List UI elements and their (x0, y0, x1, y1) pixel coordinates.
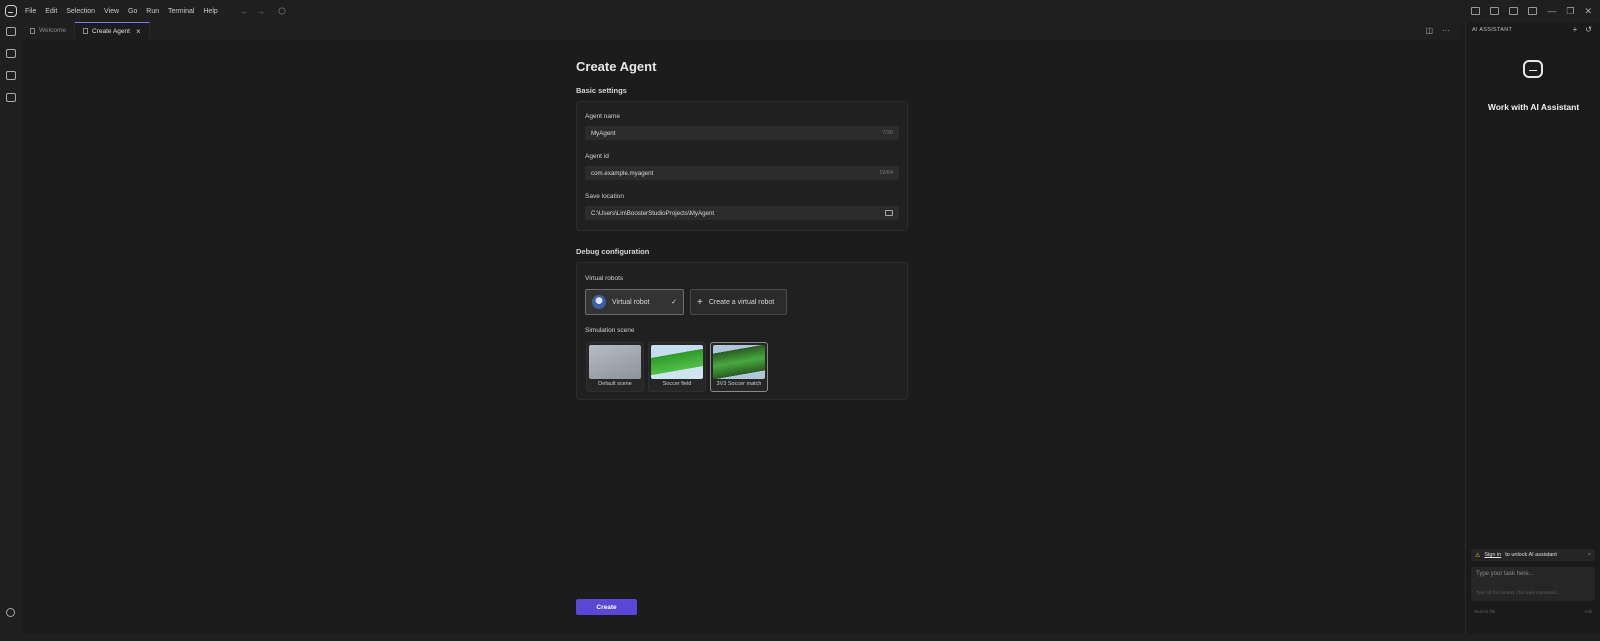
search-icon[interactable] (278, 7, 286, 15)
more-actions-icon[interactable]: ··· (1442, 26, 1450, 35)
simulation-scene-label: Simulation scene (585, 327, 635, 334)
save-location-label: Save location (585, 193, 625, 200)
ask-mode-select[interactable]: Ask (1584, 609, 1592, 614)
signin-banner: ⚠ Sign in to unlock AI assistant × (1471, 549, 1595, 561)
history-icon[interactable]: ↺ (1585, 25, 1592, 34)
title-bar: File Edit Selection View Go Run Terminal… (0, 0, 1600, 22)
virtual-robot-label: Virtual robot (612, 298, 650, 306)
scene-default[interactable]: Default scene (586, 342, 644, 392)
app-logo-icon (5, 5, 17, 17)
create-virtual-robot-button[interactable]: + Create a virtual robot (690, 289, 787, 315)
virtual-robot-option[interactable]: Virtual robot ✓ (585, 289, 684, 315)
agent-id-value: com.example.myagent (591, 169, 654, 177)
signin-text: to unlock AI assistant (1505, 552, 1557, 558)
clipboard-icon[interactable] (6, 71, 16, 80)
task-placeholder: Type your task here... (1476, 571, 1534, 577)
menu-selection[interactable]: Selection (66, 8, 95, 15)
page-title: Create Agent (576, 59, 657, 74)
code-icon[interactable] (6, 27, 16, 36)
toggle-secondary-sidebar-icon[interactable] (1528, 7, 1538, 15)
ai-panel-header: AI ASSISTANT (1472, 27, 1513, 33)
layout-customize-icon[interactable] (1471, 7, 1481, 15)
toggle-sidebar-icon[interactable] (1490, 7, 1500, 15)
gear-icon[interactable] (6, 608, 15, 617)
scene-caption: Default scene (598, 381, 632, 387)
create-virtual-robot-label: Create a virtual robot (708, 298, 775, 306)
search-file-button[interactable]: Search file (1474, 609, 1495, 614)
menu-run[interactable]: Run (146, 8, 159, 15)
monitor-icon[interactable] (6, 93, 16, 102)
file-icon (30, 27, 35, 34)
menu-help[interactable]: Help (203, 8, 217, 15)
agent-name-count: 7/30 (882, 130, 893, 136)
close-icon[interactable]: × (136, 27, 141, 36)
tab-create-agent[interactable]: Create Agent × (74, 22, 150, 39)
task-input[interactable]: Type your task here... Type @ for contex… (1471, 567, 1595, 601)
robot-avatar (592, 295, 606, 309)
check-icon: ✓ (671, 299, 677, 306)
scene-thumbnail (713, 345, 765, 379)
save-location-value: C:\Users\Lin\BoosterStudioProjects\MyAge… (591, 209, 715, 217)
virtual-robots-label: Virtual robots (585, 275, 624, 282)
agent-name-input[interactable]: MyAgent 7/30 (585, 126, 899, 140)
close-window-icon[interactable]: ✕ (1584, 6, 1592, 17)
save-location-input[interactable]: C:\Users\Lin\BoosterStudioProjects\MyAge… (585, 206, 899, 220)
menu-go[interactable]: Go (128, 8, 137, 15)
agent-name-value: MyAgent (591, 129, 616, 137)
plus-icon: + (697, 296, 703, 308)
menu-view[interactable]: View (104, 8, 119, 15)
create-button[interactable]: Create (576, 599, 637, 615)
agent-id-input[interactable]: com.example.myagent 19/64 (585, 166, 899, 180)
menu-file[interactable]: File (25, 8, 36, 15)
tab-welcome[interactable]: Welcome (22, 22, 75, 39)
scene-thumbnail (589, 345, 641, 379)
activity-bar (0, 22, 22, 641)
basic-settings-card: Agent name MyAgent 7/30 Agent id com.exa… (576, 101, 908, 231)
scene-thumbnail (651, 345, 703, 379)
agent-id-count: 19/64 (879, 170, 893, 176)
tab-bar: Welcome Create Agent × ◫ ··· (22, 22, 1460, 39)
debug-configuration-card: Virtual robots Virtual robot ✓ + Create … (576, 262, 908, 400)
split-editor-icon[interactable]: ◫ (1425, 26, 1433, 35)
basic-settings-heading: Basic settings (576, 86, 627, 95)
status-bar (0, 634, 1600, 641)
tab-label: Create Agent (91, 27, 130, 35)
chat-icon[interactable] (6, 49, 16, 58)
signin-link[interactable]: Sign in (1484, 552, 1501, 558)
warning-icon: ⚠ (1475, 552, 1481, 559)
ai-panel-title: Work with AI Assistant (1487, 102, 1580, 112)
scene-3v3-soccer-match[interactable]: 3V3 Soccer match (710, 342, 768, 392)
ai-logo-icon (1523, 60, 1543, 78)
menu-terminal[interactable]: Terminal (168, 8, 194, 15)
toggle-panel-icon[interactable] (1509, 7, 1519, 15)
menu-bar: File Edit Selection View Go Run Terminal… (25, 8, 225, 15)
task-hint: Type @ for context, / for work command..… (1476, 590, 1560, 595)
menu-edit[interactable]: Edit (45, 8, 57, 15)
editor-area: Create Agent Basic settings Agent name M… (22, 39, 1460, 641)
scene-soccer-field[interactable]: Soccer field (648, 342, 706, 392)
forward-arrow-icon[interactable]: → (257, 7, 265, 16)
folder-icon[interactable] (885, 210, 893, 216)
debug-configuration-heading: Debug configuration (576, 247, 650, 256)
agent-name-label: Agent name (585, 113, 621, 120)
file-icon (82, 28, 88, 34)
maximize-icon[interactable]: ❐ (1566, 6, 1574, 17)
new-chat-icon[interactable]: + (1573, 25, 1578, 34)
minimize-icon[interactable]: — (1547, 6, 1556, 16)
close-icon[interactable]: × (1588, 552, 1591, 558)
tab-label: Welcome (39, 27, 66, 34)
scene-caption: 3V3 Soccer match (716, 381, 762, 387)
scene-caption: Soccer field (662, 381, 692, 387)
agent-id-label: Agent id (585, 153, 609, 160)
app-window: File Edit Selection View Go Run Terminal… (0, 0, 1600, 641)
ai-assistant-panel: AI ASSISTANT + ↺ Work with AI Assistant … (1465, 22, 1600, 641)
back-arrow-icon[interactable]: ← (241, 7, 249, 16)
